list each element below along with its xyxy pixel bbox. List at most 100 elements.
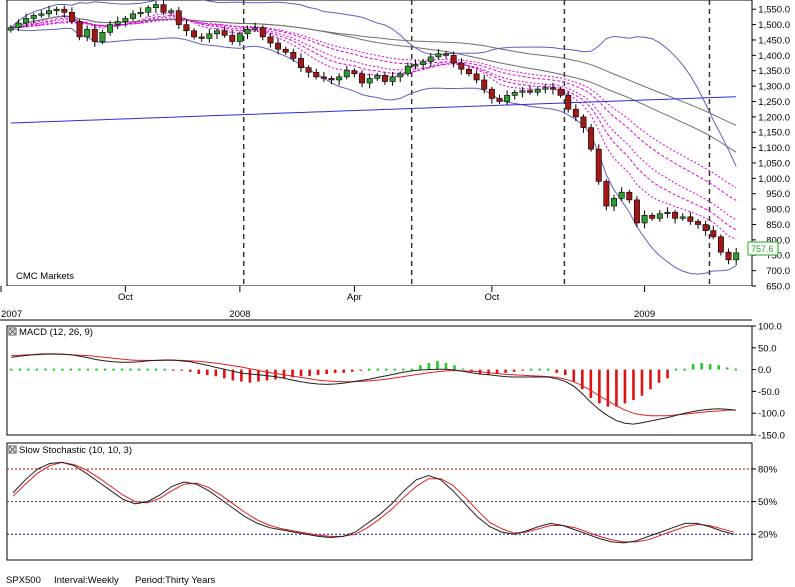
macd-histogram-dot xyxy=(385,368,388,371)
macd-histogram-dot xyxy=(112,368,115,371)
candle-bullish xyxy=(38,13,45,16)
candle-bullish xyxy=(618,191,625,199)
macd-histogram-bar-positive xyxy=(461,368,465,370)
candle-bearish xyxy=(725,251,732,261)
stochastic-close-box[interactable] xyxy=(8,445,17,454)
candle-bearish xyxy=(481,79,488,90)
candle-bullish xyxy=(611,198,617,207)
price-tick-label: 950.0 xyxy=(766,189,790,200)
candle-bearish xyxy=(259,27,266,38)
candle-bearish xyxy=(68,12,75,22)
candle-bearish xyxy=(572,108,579,118)
macd-histogram-bar-negative xyxy=(521,369,524,371)
macd-histogram-dot xyxy=(120,368,124,371)
macd-histogram-bar-positive xyxy=(700,363,703,370)
candle-bearish xyxy=(76,21,83,38)
candle-bullish xyxy=(236,33,243,42)
candle-bearish xyxy=(229,35,236,42)
chart-svg: 650.0700.0750.0800.0850.0900.0950.01,000… xyxy=(0,0,790,586)
candle-bearish xyxy=(359,73,366,84)
candle-bearish xyxy=(443,53,450,56)
macd-histogram-bar-positive xyxy=(419,365,422,370)
macd-histogram-dot xyxy=(61,368,64,371)
macd-histogram-bar-negative xyxy=(342,369,345,373)
macd-histogram-dot xyxy=(376,368,379,371)
candle-bullish xyxy=(534,88,541,93)
candle-bullish xyxy=(46,10,52,15)
candle-bearish xyxy=(565,95,572,110)
candle-bearish xyxy=(297,58,304,68)
macd-histogram-bar-negative xyxy=(555,369,559,373)
candle-bearish xyxy=(313,71,320,78)
candle-bullish xyxy=(214,30,220,35)
watermark-label: CMC Markets xyxy=(16,271,74,282)
macd-histogram-bar-positive xyxy=(453,365,456,370)
candle-bearish xyxy=(710,230,717,238)
candle-bearish xyxy=(450,55,457,64)
candle-bearish xyxy=(351,70,358,75)
candle-bullish xyxy=(168,10,175,13)
candle-bullish xyxy=(435,53,442,58)
macd-histogram-dot xyxy=(137,368,141,371)
macd-tick-label: -100.0 xyxy=(758,409,785,420)
macd-histogram-dot xyxy=(538,368,541,371)
macd-histogram-dot xyxy=(78,368,81,371)
macd-histogram-bar-negative xyxy=(274,369,277,380)
macd-histogram-bar-negative xyxy=(316,369,320,376)
macd-histogram-dot xyxy=(674,368,678,371)
macd-close-box[interactable] xyxy=(8,327,17,336)
macd-histogram-bar-negative xyxy=(188,369,192,372)
price-tick-label: 1,500.0 xyxy=(758,20,790,31)
macd-histogram-dot xyxy=(683,368,686,371)
macd-histogram-bar-negative xyxy=(257,369,260,382)
candle-bullish xyxy=(343,70,350,78)
macd-histogram-bar-negative xyxy=(572,369,576,382)
macd-histogram-dot xyxy=(410,368,414,371)
candle-bearish xyxy=(305,67,312,73)
candle-bearish xyxy=(527,90,533,93)
price-tick-label: 1,550.0 xyxy=(758,5,790,16)
macd-histogram-dot xyxy=(35,368,39,371)
candle-bullish xyxy=(733,252,740,261)
footer-interval: Interval:Weekly xyxy=(54,575,119,586)
stochastic-title: Slow Stochastic (10, 10, 3) xyxy=(19,445,132,456)
price-tick-label: 1,300.0 xyxy=(758,82,790,93)
macd-histogram-bar-negative xyxy=(308,369,311,377)
macd-tick-label: 50.0 xyxy=(758,343,777,354)
time-tick-label: 2008 xyxy=(229,309,250,320)
macd-histogram-bar-negative xyxy=(598,369,601,404)
candle-bearish xyxy=(198,36,205,39)
candle-bullish xyxy=(152,4,159,8)
candle-bearish xyxy=(649,214,656,219)
stochastic-tick-label: 80% xyxy=(758,464,778,475)
candle-bullish xyxy=(122,18,129,22)
price-tick-label: 700.0 xyxy=(766,266,790,277)
candle-bearish xyxy=(221,30,228,36)
macd-panel: MACD (12, 26, 9) 100.0 50.0 0.0 -50.0 -100.0… xyxy=(6,322,785,442)
candle-bullish xyxy=(656,213,663,219)
macd-tick-label: -50.0 xyxy=(758,387,780,398)
time-tick-label: 2009 xyxy=(634,309,655,320)
price-tick-label: 1,400.0 xyxy=(758,51,790,62)
candle-bearish xyxy=(160,4,167,13)
macd-histogram-bar-positive xyxy=(427,363,431,370)
candle-bullish xyxy=(107,24,114,33)
macd-histogram-bar-negative xyxy=(504,369,507,373)
time-tick-label: Apr xyxy=(347,292,362,303)
price-tick-label: 1,050.0 xyxy=(758,158,790,169)
time-tick-label: Oct xyxy=(118,292,133,303)
macd-histogram-bar-negative xyxy=(205,369,209,376)
macd-histogram-bar-negative xyxy=(223,369,226,379)
candle-bearish xyxy=(580,116,587,128)
candle-bearish xyxy=(267,36,274,44)
macd-histogram-bar-negative xyxy=(649,369,652,390)
candle-bullish xyxy=(114,21,121,25)
macd-histogram-bar-negative xyxy=(240,369,243,382)
candle-bearish xyxy=(496,98,503,102)
candle-bearish xyxy=(557,88,564,96)
candle-bearish xyxy=(595,148,602,182)
candle-bullish xyxy=(420,61,427,65)
macd-histogram-dot xyxy=(44,368,47,371)
candle-bullish xyxy=(374,75,381,79)
macd-histogram-bar-negative xyxy=(282,369,286,379)
